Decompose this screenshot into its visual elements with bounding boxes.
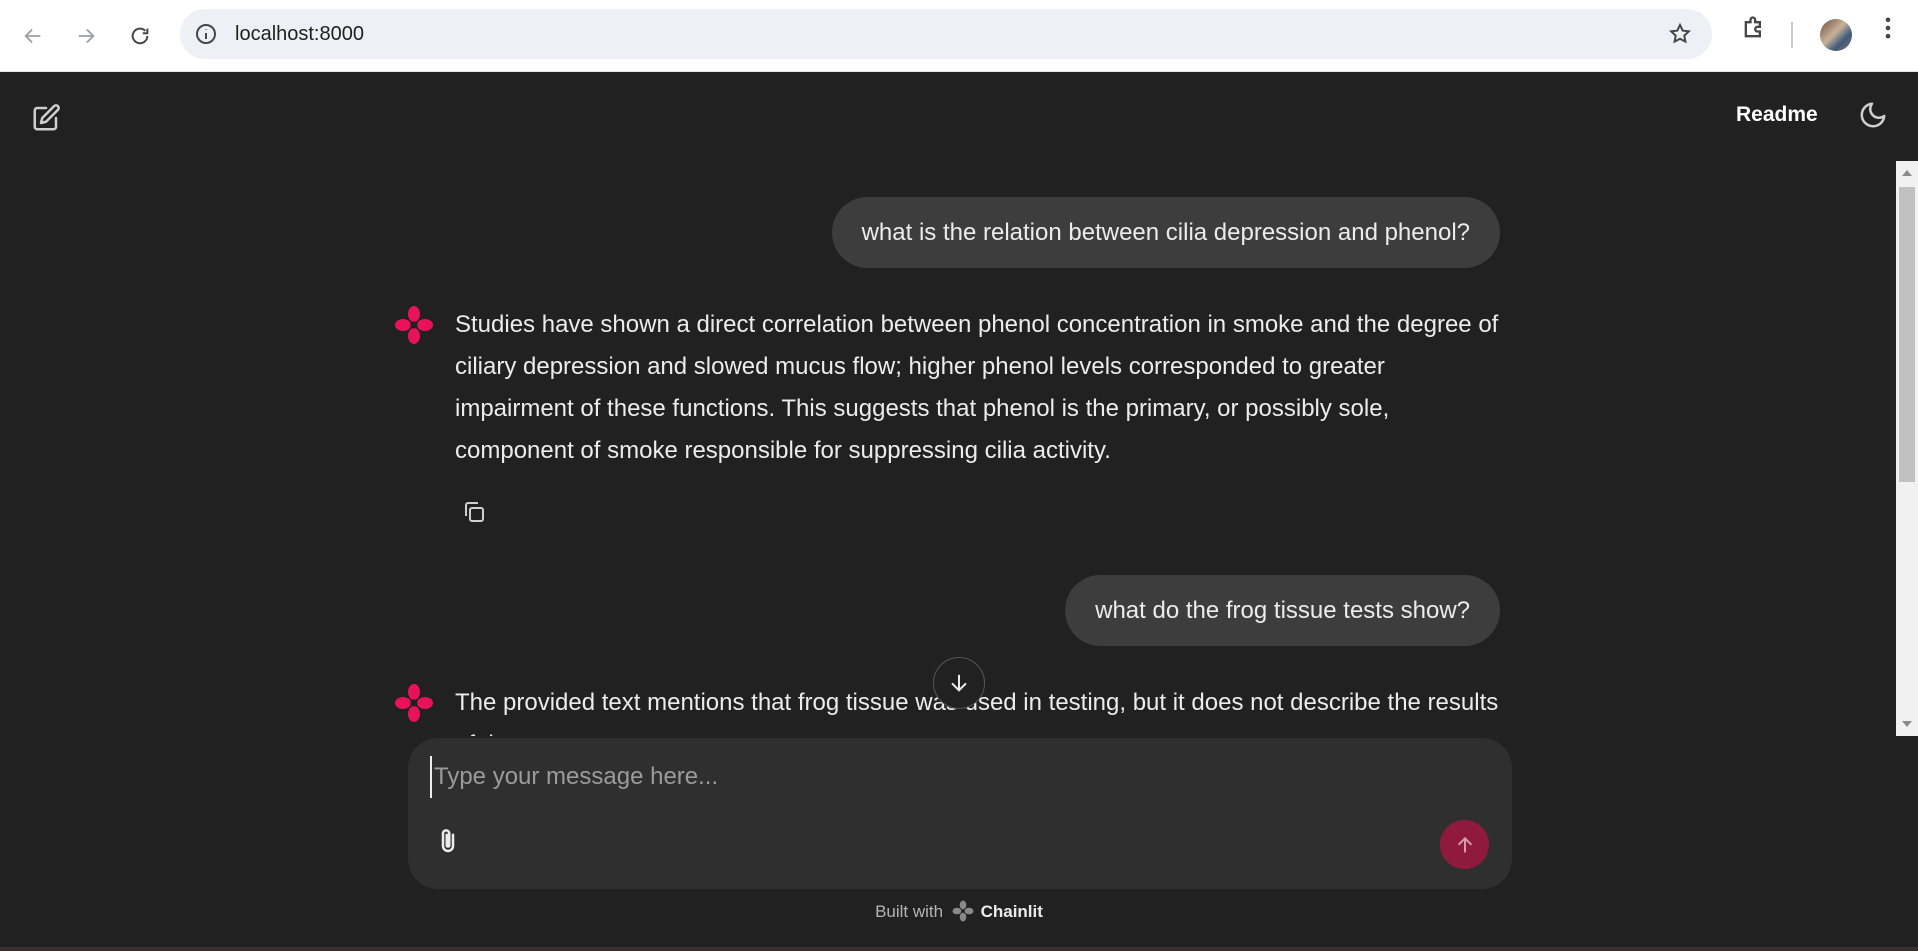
chainlit-logo-icon (394, 305, 434, 345)
arrow-left-icon (24, 28, 41, 44)
back-button[interactable] (15, 18, 51, 54)
forward-button[interactable] (68, 18, 104, 54)
message-input[interactable] (430, 756, 1436, 798)
new-chat-button[interactable] (26, 98, 66, 138)
arrow-right-icon (78, 28, 95, 44)
extensions-icon[interactable] (1740, 14, 1768, 47)
footer-brand-link[interactable]: Chainlit (981, 902, 1043, 921)
arrow-up-icon (1457, 836, 1472, 853)
scroll-to-bottom-button[interactable] (933, 657, 985, 709)
copy-button[interactable] (458, 496, 490, 528)
readme-button[interactable]: Readme (1736, 103, 1818, 127)
scroll-thumb[interactable] (1899, 187, 1915, 482)
moon-icon[interactable] (1858, 100, 1888, 135)
menu-kebab-icon[interactable] (1874, 14, 1902, 47)
profile-avatar[interactable] (1820, 19, 1852, 51)
footer-prefix: Built with (875, 902, 944, 921)
browser-toolbar: localhost:8000 (0, 0, 1918, 72)
reload-icon (131, 27, 149, 45)
window-bottom-edge (0, 947, 1918, 951)
reload-button[interactable] (122, 18, 158, 54)
footer: Built with Chainlit (0, 900, 1918, 922)
copy-icon (465, 502, 484, 522)
assistant-message: Studies have shown a direct correlation … (455, 311, 1499, 464)
user-message: what is the relation between cilia depre… (831, 197, 1500, 268)
url-text: localhost:8000 (235, 23, 364, 45)
toolbar-divider (1791, 22, 1793, 48)
message-composer (408, 738, 1512, 889)
scroll-up-arrow[interactable] (1902, 170, 1912, 176)
address-bar[interactable]: localhost:8000 (180, 9, 1712, 59)
chat-messages: what is the relation between cilia depre… (0, 161, 1896, 736)
scroll-down-arrow[interactable] (1902, 721, 1912, 727)
chainlit-logo-icon (394, 683, 434, 723)
chainlit-mark-icon (952, 900, 974, 922)
arrow-down-icon (951, 674, 967, 692)
edit-icon (33, 104, 60, 131)
site-info-icon[interactable] (194, 22, 218, 51)
user-message: what do the frog tissue tests show? (1065, 575, 1500, 646)
send-button[interactable] (1440, 820, 1489, 869)
scrollbar[interactable] (1896, 161, 1918, 736)
bookmark-star-icon[interactable] (1668, 22, 1692, 51)
paperclip-icon[interactable] (433, 826, 463, 861)
